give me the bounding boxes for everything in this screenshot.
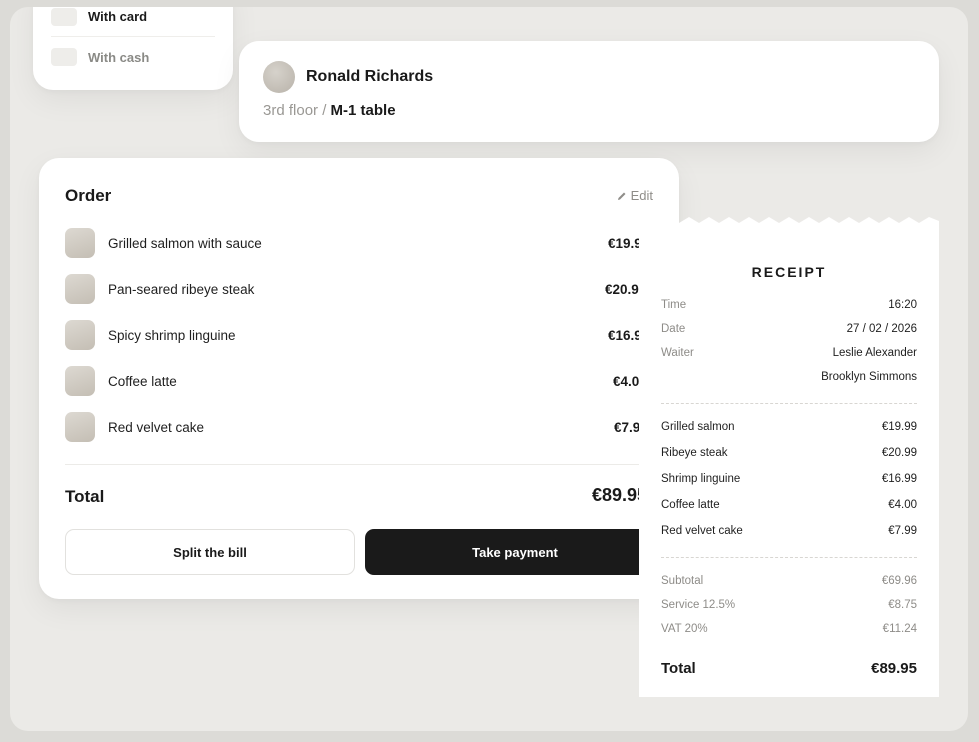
receipt-value: €8.75: [888, 599, 917, 611]
receipt-total-label: Total: [661, 660, 696, 677]
payment-method-card: With card With cash: [33, 7, 233, 90]
table-label: M-1 table: [330, 102, 396, 119]
receipt-item: Coffee latte €4.00: [661, 499, 917, 511]
receipt-item-name: Coffee latte: [661, 499, 720, 511]
receipt-item: Grilled salmon €19.99: [661, 421, 917, 433]
receipt-label: Date: [661, 323, 686, 335]
item-thumbnail: [65, 228, 95, 258]
receipt-item: Red velvet cake €7.99: [661, 525, 917, 537]
receipt-item-name: Red velvet cake: [661, 525, 743, 537]
payment-option-label: With cash: [88, 49, 150, 65]
receipt-label: VAT 20%: [661, 623, 708, 635]
item-name: Spicy shrimp linguine: [108, 327, 236, 343]
item-thumbnail: [65, 320, 95, 350]
receipt-waiter-row: Brooklyn Simmons: [661, 371, 917, 383]
customer-card: Ronald Richards 3rd floor / M-1 table: [239, 41, 939, 142]
avatar: [263, 61, 295, 93]
checkbox-cash[interactable]: [51, 48, 77, 66]
receipt-item-name: Grilled salmon: [661, 421, 735, 433]
receipt-value: Leslie Alexander: [832, 347, 917, 359]
receipt-date-row: Date 27 / 02 / 2026: [661, 323, 917, 335]
order-total-label: Total: [65, 487, 105, 506]
item-name: Coffee latte: [108, 373, 177, 389]
receipt-divider: [661, 557, 917, 558]
receipt-value: Brooklyn Simmons: [821, 371, 917, 383]
receipt-item: Shrimp linguine €16.99: [661, 473, 917, 485]
item-name: Grilled salmon with sauce: [108, 235, 262, 251]
order-card: Order Edit Grilled salmon with sauce €19…: [39, 158, 679, 599]
receipt-item-name: Ribeye steak: [661, 447, 728, 459]
customer-name: Ronald Richards: [306, 68, 434, 85]
receipt-value: 16:20: [888, 299, 917, 311]
floor-label: 3rd floor /: [263, 102, 327, 119]
order-item[interactable]: Spicy shrimp linguine €16.99: [65, 319, 653, 351]
receipt-divider: [661, 403, 917, 404]
receipt-label: Subtotal: [661, 575, 704, 587]
app-canvas: With card With cash Ronald Richards 3rd …: [10, 7, 968, 731]
order-item[interactable]: Coffee latte €4.00: [65, 365, 653, 397]
edit-label: Edit: [630, 188, 653, 203]
receipt-item-name: Shrimp linguine: [661, 473, 741, 485]
receipt-value: €69.96: [881, 575, 917, 587]
receipt-vat-row: VAT 20% €11.24: [661, 623, 917, 635]
checkbox-card[interactable]: [51, 7, 77, 26]
item-thumbnail: [65, 412, 95, 442]
pencil-icon: [617, 192, 626, 200]
split-bill-button[interactable]: Split the bill: [65, 529, 355, 575]
receipt-total-row: Total €89.95: [661, 660, 917, 677]
receipt-panel: RECEIPT Time 16:20 Date 27 / 02 / 2026 W…: [639, 217, 939, 697]
order-title: Order: [65, 186, 112, 205]
item-name: Pan-seared ribeye steak: [108, 281, 255, 297]
receipt-value: €11.24: [882, 623, 917, 635]
receipt-item: Ribeye steak €20.99: [661, 447, 917, 459]
receipt-waiter-row: Waiter Leslie Alexander: [661, 347, 917, 359]
table-location: 3rd floor / M-1 table: [263, 102, 396, 119]
receipt-label: Waiter: [661, 347, 694, 359]
order-item[interactable]: Pan-seared ribeye steak €20.99: [65, 273, 653, 305]
payment-option-card[interactable]: With card: [51, 7, 215, 37]
receipt-service-row: Service 12.5% €8.75: [661, 599, 917, 611]
item-thumbnail: [65, 366, 95, 396]
receipt-item-price: €19.99: [881, 421, 917, 433]
receipt-title: RECEIPT: [751, 264, 827, 280]
divider: [65, 464, 653, 465]
receipt-label: Service 12.5%: [661, 599, 736, 611]
receipt-label: Time: [661, 299, 687, 311]
receipt-subtotal-row: Subtotal €69.96: [661, 575, 917, 587]
payment-option-label: With card: [88, 9, 148, 24]
receipt-item-price: €20.99: [881, 447, 917, 459]
receipt-item-price: €16.99: [881, 473, 917, 485]
receipt-value: 27 / 02 / 2026: [846, 323, 917, 335]
take-payment-button[interactable]: Take payment: [365, 529, 665, 575]
item-thumbnail: [65, 274, 95, 304]
item-name: Red velvet cake: [108, 419, 205, 435]
payment-option-cash[interactable]: With cash: [51, 37, 215, 77]
order-item[interactable]: Red velvet cake €7.99: [65, 411, 653, 443]
receipt-item-price: €4.00: [888, 499, 917, 511]
receipt-total-value: €89.95: [871, 660, 917, 677]
edit-button[interactable]: Edit: [617, 188, 653, 203]
receipt-item-price: €7.99: [888, 525, 917, 537]
order-item[interactable]: Grilled salmon with sauce €19.99: [65, 227, 653, 259]
receipt-time-row: Time 16:20: [661, 299, 917, 311]
